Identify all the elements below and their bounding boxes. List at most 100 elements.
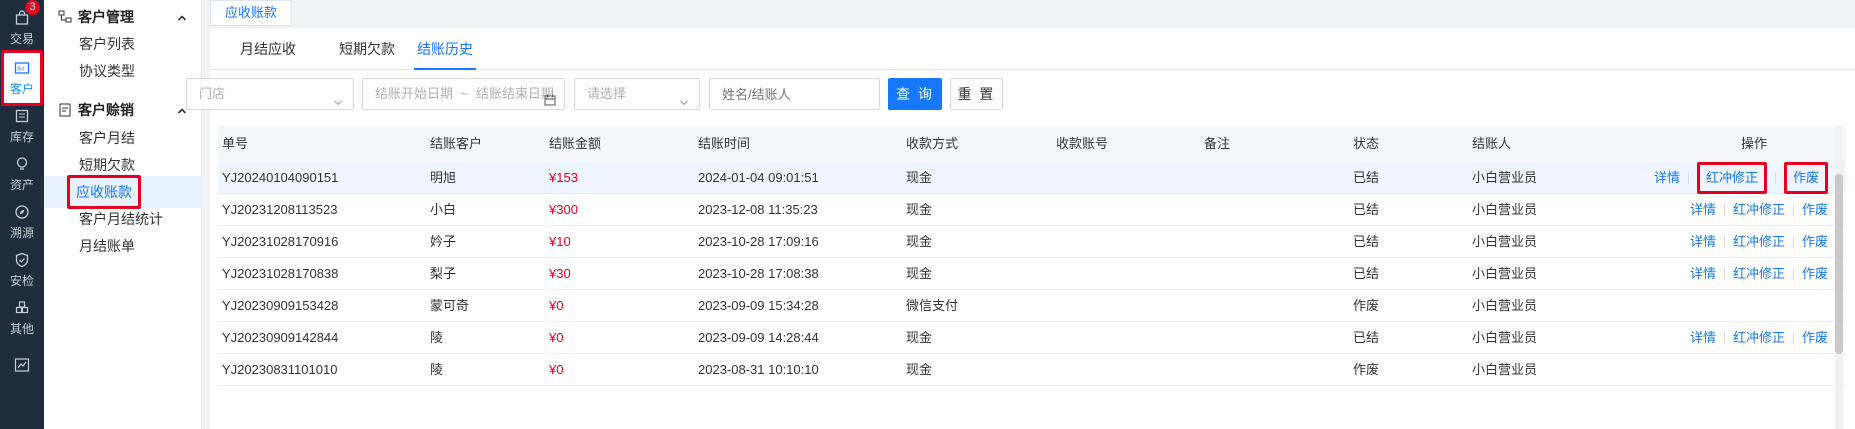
subnav-item-monthly-bill[interactable]: 月结账单 (44, 230, 202, 262)
row-actions: 详情 红冲修正 作废 (1690, 322, 1828, 354)
action-separator (1792, 236, 1794, 248)
store-select[interactable]: 门店 (186, 78, 354, 110)
rail-label: 资产 (9, 178, 34, 192)
select-placeholder: 请选择 (587, 86, 627, 101)
customer-card-icon: A= (13, 59, 31, 77)
void-link[interactable]: 作废 (1802, 258, 1828, 290)
page-tab-bar: 应收账款 (210, 0, 1855, 28)
cell-customer: 小白 (430, 202, 457, 217)
group-title: 客户赊销 (78, 102, 134, 118)
name-search-input[interactable] (709, 78, 880, 110)
rail-label: 客户 (9, 82, 34, 96)
subnav-label: 短期欠款 (79, 157, 135, 173)
page-tab-receivables[interactable]: 应收账款 (210, 0, 293, 26)
cell-status: 作废 (1353, 298, 1380, 313)
scrollbar-thumb[interactable] (1835, 174, 1843, 354)
tab-short-debt[interactable]: 短期欠款 (326, 28, 408, 70)
cell-id: YJ20230909153428 (222, 298, 339, 313)
end-date-placeholder: 结账结束日期 (475, 86, 554, 101)
cell-amount: ¥153 (549, 170, 578, 185)
search-button[interactable]: 查 询 (888, 78, 942, 110)
cell-operator: 小白营业员 (1472, 330, 1538, 345)
cell-customer: 陵 (430, 330, 444, 345)
void-link[interactable]: 作废 (1802, 226, 1828, 258)
cell-time: 2023-09-09 14:28:44 (698, 330, 819, 345)
rail-item-report[interactable] (0, 338, 44, 394)
row-actions: 详情 红冲修正 作废 (1654, 162, 1828, 194)
cell-id: YJ20230831101010 (222, 362, 338, 377)
detail-link[interactable]: 详情 (1690, 194, 1716, 226)
action-separator (1723, 332, 1725, 344)
option-select[interactable]: 请选择 (574, 78, 700, 110)
cell-id: YJ20231028170916 (222, 234, 339, 249)
cell-customer: 明旭 (430, 170, 457, 185)
header-note: 备注 (1204, 136, 1231, 151)
grid-icon (13, 299, 31, 317)
void-link[interactable]: 作废 (1802, 194, 1828, 226)
action-separator (1723, 268, 1725, 280)
red-reverse-link[interactable]: 红冲修正 (1733, 322, 1785, 354)
table-row[interactable]: YJ20231028170916 妗子 ¥10 2023-10-28 17:09:16… (218, 226, 1846, 258)
cell-id: YJ20231028170838 (222, 266, 339, 281)
rail-label: 交易 (9, 32, 34, 46)
tab-settlement-history[interactable]: 结账历史 (414, 28, 476, 70)
table-row[interactable]: YJ20230909142844 陵 ¥0 2023-09-09 14:28:44 现金… (218, 322, 1846, 354)
table-row[interactable]: YJ20231208113523 小白 ¥300 2023-12-08 11:35:2… (218, 194, 1846, 226)
detail-link[interactable]: 详情 (1654, 162, 1680, 194)
cell-time: 2023-10-28 17:09:16 (698, 234, 819, 249)
rail-item-trade[interactable]: 交易 3 (0, 0, 44, 56)
cell-operator: 小白营业员 (1472, 266, 1538, 281)
table-row[interactable]: YJ20231028170838 梨子 ¥30 2023-10-28 17:08:38… (218, 258, 1846, 290)
cell-amount: ¥0 (549, 330, 564, 345)
subnav-item-agreement-type[interactable]: 协议类型 (44, 55, 202, 87)
cell-status: 已结 (1353, 266, 1380, 281)
detail-link[interactable]: 详情 (1690, 258, 1716, 290)
cell-method: 微信支付 (906, 298, 959, 313)
action-separator (1723, 204, 1725, 216)
cell-time: 2023-09-09 15:34:28 (698, 298, 819, 313)
cell-operator: 小白营业员 (1472, 298, 1538, 313)
cell-method: 现金 (906, 330, 933, 345)
group-title: 客户管理 (78, 9, 134, 25)
compass-icon (13, 203, 31, 221)
void-link[interactable]: 作废 (1783, 162, 1828, 194)
group-tree-icon (58, 10, 72, 24)
cell-operator: 小白营业员 (1472, 202, 1538, 217)
detail-link[interactable]: 详情 (1690, 226, 1716, 258)
notification-badge: 3 (25, 0, 40, 15)
header-status: 状态 (1353, 136, 1380, 151)
tab-monthly-receivable[interactable]: 月结应收 (210, 28, 326, 70)
red-reverse-link[interactable]: 红冲修正 (1733, 226, 1785, 258)
svg-text:A=: A= (17, 67, 25, 73)
reset-button[interactable]: 重 置 (950, 78, 1003, 110)
red-reverse-link[interactable]: 红冲修正 (1733, 194, 1785, 226)
rail-label: 其他 (9, 322, 34, 336)
row-actions: 详情 红冲修正 作废 (1690, 226, 1828, 258)
cell-time: 2023-08-31 10:10:10 (698, 362, 819, 377)
header-method: 收款方式 (906, 136, 959, 151)
red-reverse-link[interactable]: 红冲修正 (1733, 258, 1785, 290)
void-link[interactable]: 作废 (1802, 322, 1828, 354)
chevron-up-icon (176, 11, 188, 23)
rail-label: 溯源 (9, 226, 34, 240)
range-separator: ~ (460, 86, 469, 101)
action-separator (1774, 172, 1776, 184)
action-separator (1723, 236, 1725, 248)
calendar-icon (544, 87, 556, 106)
red-reverse-link[interactable]: 红冲修正 (1696, 162, 1767, 194)
table-row[interactable]: YJ20230831101010 陵 ¥0 2023-08-31 10:10:10 现金… (218, 354, 1846, 386)
table-row[interactable]: YJ20230909153428 蒙可奇 ¥0 2023-09-09 15:34:28… (218, 290, 1846, 322)
app-rail: 交易 3 A= 客户 库存 资产 溯源 安检 其他 (0, 0, 44, 429)
cell-method: 现金 (906, 234, 933, 249)
date-range-picker[interactable]: 结账开始日期 ~ 结账结束日期 (362, 78, 565, 110)
cell-method: 现金 (906, 362, 933, 377)
row-actions: 详情 红冲修正 作废 (1690, 258, 1828, 290)
header-id: 单号 (222, 136, 249, 151)
table-scrollbar[interactable] (1835, 126, 1843, 429)
detail-link[interactable]: 详情 (1690, 322, 1716, 354)
cell-customer: 妗子 (430, 234, 457, 249)
table-row[interactable]: YJ20240104090151 明旭 ¥153 2024-01-04 09:01:5… (218, 162, 1846, 194)
cell-amount: ¥300 (549, 202, 578, 217)
action-separator (1792, 332, 1794, 344)
rail-label: 库存 (9, 130, 34, 144)
